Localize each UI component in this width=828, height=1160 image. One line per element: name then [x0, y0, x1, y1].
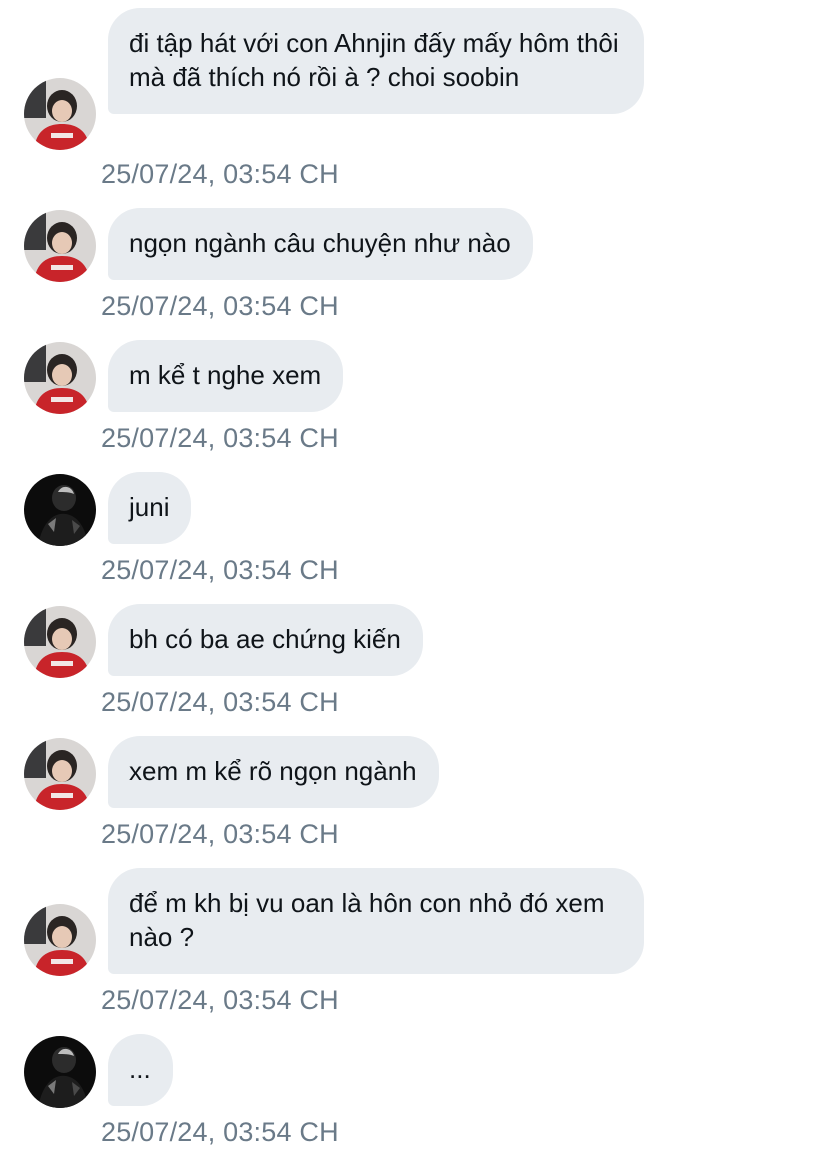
user-avatar-icon: [24, 738, 96, 810]
avatar[interactable]: [24, 474, 96, 546]
avatar[interactable]: [24, 606, 96, 678]
message-bubble[interactable]: ngọn ngành câu chuyện như nào: [108, 208, 533, 280]
message-timestamp: 25/07/24, 03:54 CH: [101, 985, 339, 1015]
message-bubble[interactable]: ...: [108, 1034, 173, 1106]
message-bubble[interactable]: để m kh bị vu oan là hôn con nhỏ đó xem …: [108, 868, 644, 974]
message-bubble[interactable]: bh có ba ae chứng kiến: [108, 604, 423, 676]
avatar[interactable]: [24, 342, 96, 414]
message-timestamp: 25/07/24, 03:54 CH: [101, 687, 339, 717]
message-bubble[interactable]: xem m kể rõ ngọn ngành: [108, 736, 439, 808]
user-avatar-icon: [24, 1036, 96, 1108]
dm-conversation: { "messages": [ {"sender": "other", "tex…: [0, 0, 828, 1160]
message-timestamp: 25/07/24, 03:54 CH: [101, 159, 339, 189]
message-timestamp: 25/07/24, 03:54 CH: [101, 555, 339, 585]
message-bubble[interactable]: juni: [108, 472, 192, 544]
avatar[interactable]: [24, 210, 96, 282]
message-timestamp: 25/07/24, 03:54 CH: [101, 423, 339, 453]
avatar[interactable]: [24, 904, 96, 976]
message-timestamp: 25/07/24, 03:54 CH: [101, 1117, 339, 1147]
user-avatar-icon: [24, 606, 96, 678]
avatar[interactable]: [24, 78, 96, 150]
user-avatar-icon: [24, 474, 96, 546]
user-avatar-icon: [24, 904, 96, 976]
avatar[interactable]: [24, 1036, 96, 1108]
avatar[interactable]: [24, 738, 96, 810]
message-bubble[interactable]: đi tập hát với con Ahnjin đấy mấy hôm th…: [108, 8, 644, 114]
user-avatar-icon: [24, 342, 96, 414]
user-avatar-icon: [24, 210, 96, 282]
message-bubble[interactable]: m kể t nghe xem: [108, 340, 344, 412]
message-timestamp: 25/07/24, 03:54 CH: [101, 291, 339, 321]
user-avatar-icon: [24, 78, 96, 150]
message-timestamp: 25/07/24, 03:54 CH: [101, 819, 339, 849]
